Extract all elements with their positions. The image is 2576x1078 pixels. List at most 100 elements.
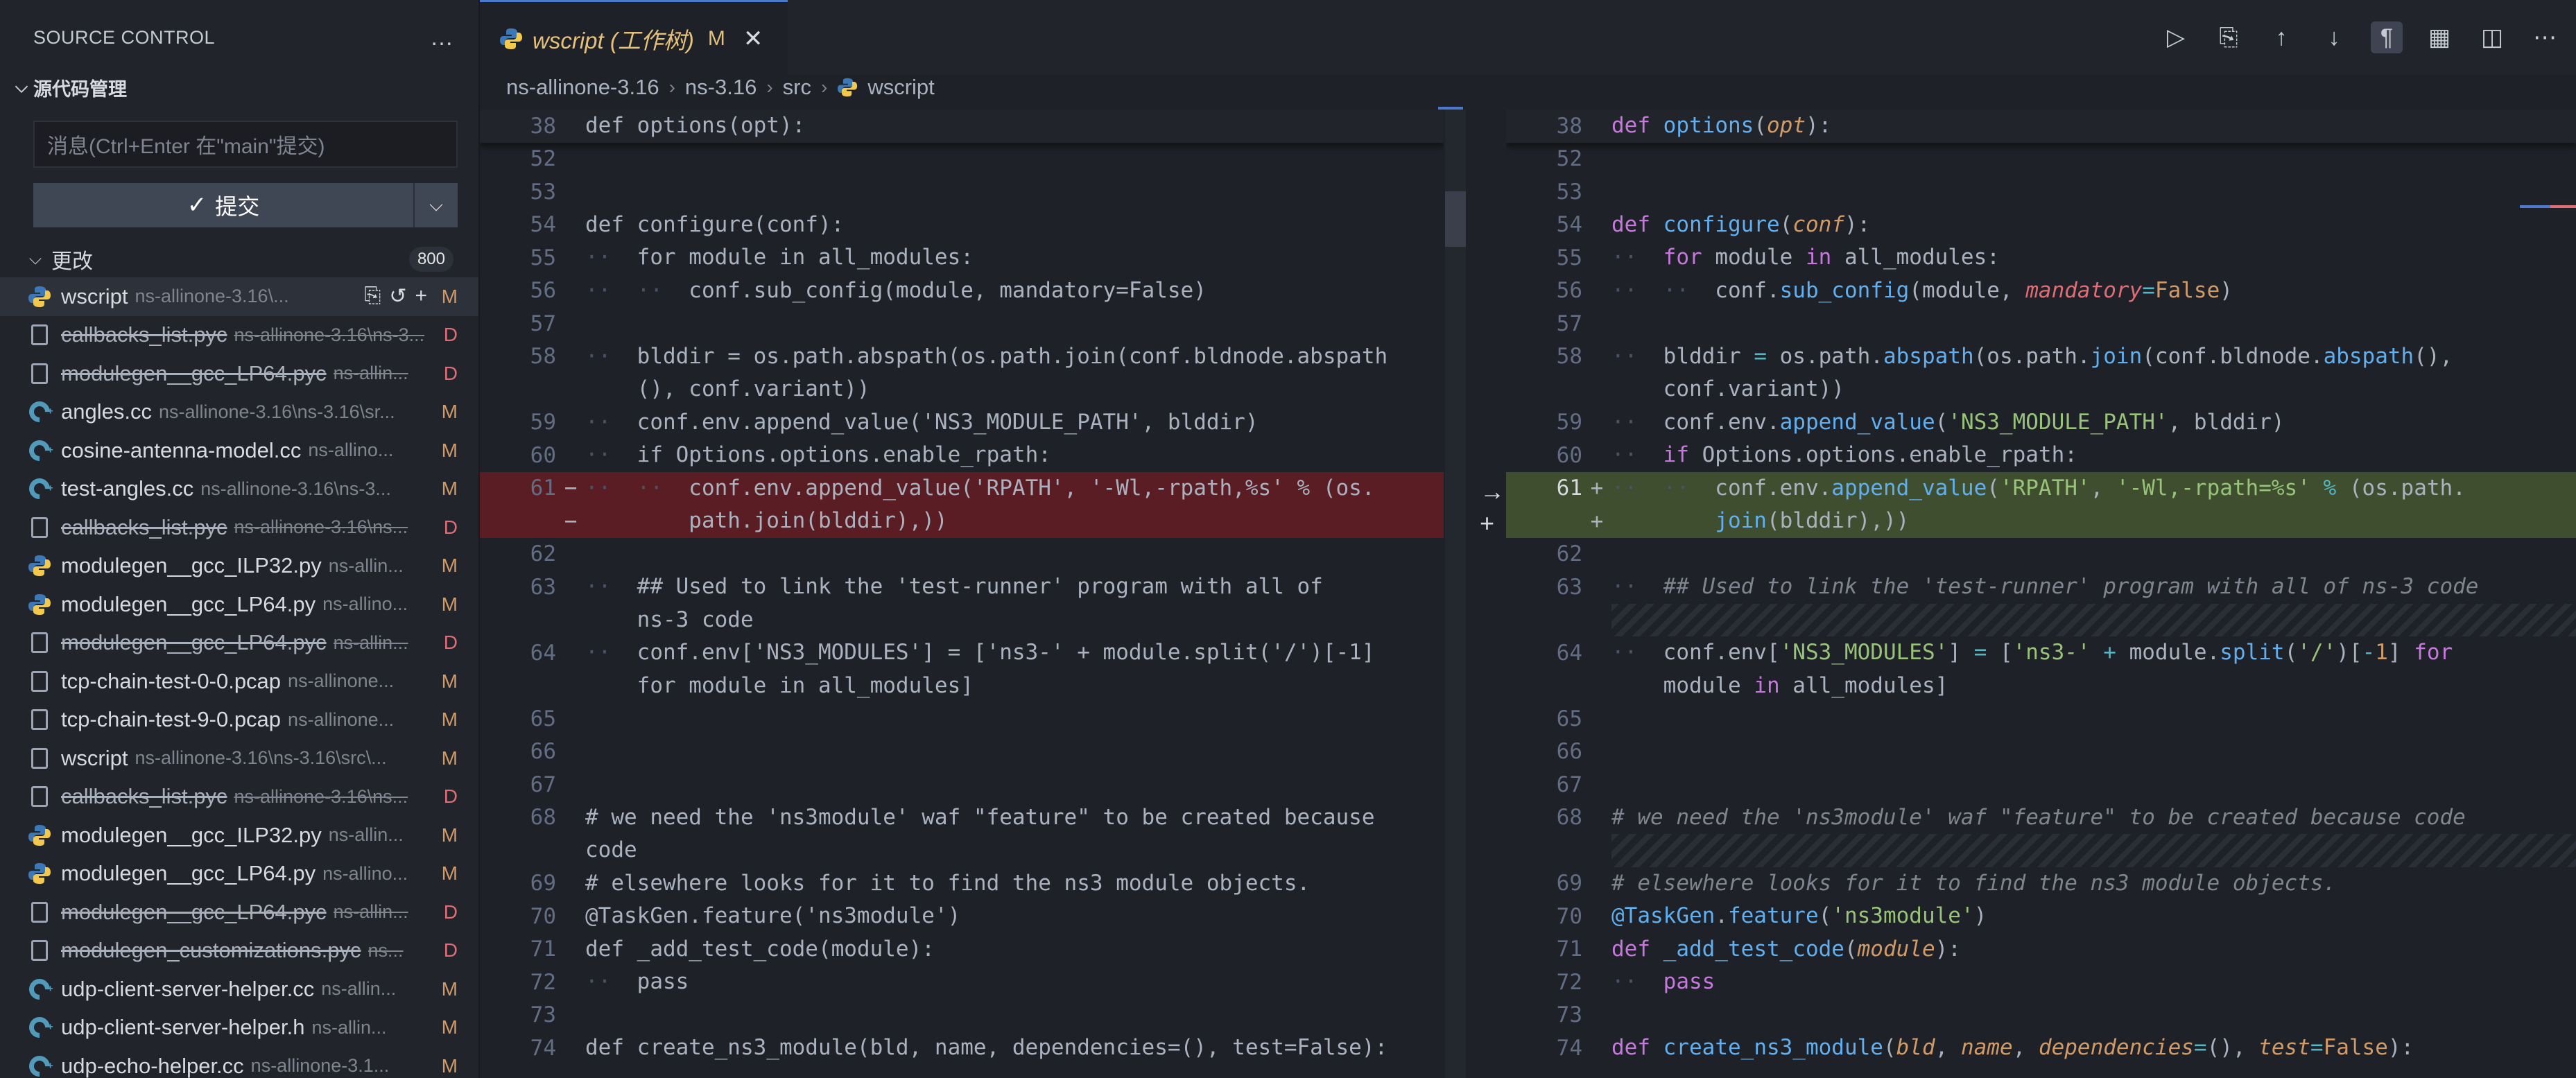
changed-file-item[interactable]: udp-client-server-helper.h ns-allin... M (0, 1009, 478, 1047)
modified-code-pane[interactable]: 38def options(opt): 50 for module in all… (1506, 110, 2576, 1078)
open-file-icon[interactable]: ⎘ (2213, 21, 2245, 53)
stage-plus-icon[interactable]: + (1480, 509, 1494, 538)
line-number: 52 (1556, 146, 1582, 172)
breadcrumb-item[interactable]: src (783, 75, 811, 100)
file-name: wscript (61, 745, 128, 770)
changed-file-item[interactable]: modulegen__gcc_ILP32.py ns-allin... M (0, 547, 478, 586)
breadcrumb-item[interactable]: wscript (867, 75, 934, 100)
code-line: ·· conf.env['NS3_MODULES'] = ['ns3-' + m… (1611, 640, 2453, 665)
changed-file-item[interactable]: modulegen__gcc_LP64.pyc ns-allin... D (0, 624, 478, 663)
run-icon[interactable]: ▷ (2160, 21, 2192, 53)
changed-file-item[interactable]: callbacks_list.pyc ns-allinone-3.16\ns...… (0, 508, 478, 547)
line-number: 59 (530, 410, 556, 435)
code-line-row: ns-3 code (480, 604, 1444, 637)
changed-file-item[interactable]: modulegen__gcc_ILP32.py ns-allin... M (0, 816, 478, 855)
file-name: modulegen__gcc_LP64.pyc (61, 360, 327, 385)
code-line: ·· ·· conf.sub_config(module, mandatory=… (1611, 277, 2233, 303)
tab-wscript[interactable]: wscript (工作树) M ✕ (480, 0, 788, 75)
commit-dropdown-button[interactable]: ⌵ (413, 183, 458, 227)
changed-file-item[interactable]: tcp-chain-test-0-0.pcap ns-allinone... M (0, 662, 478, 701)
file-status-badge: M (441, 862, 458, 885)
changed-file-item[interactable]: test-angles.cc ns-allinone-3.16\ns-3... M (0, 470, 478, 509)
more-icon[interactable]: ⋯ (2529, 21, 2561, 53)
file-name: cosine-antenna-model.cc (61, 437, 302, 462)
code-line: ·· if Options.options.enable_rpath: (1611, 442, 2077, 467)
code-line-row: 64 ·· conf.env['NS3_MODULES'] = ['ns3-' +… (480, 636, 1444, 670)
added-line: + join(blddir),)) (1506, 505, 2576, 538)
changed-file-item[interactable]: modulegen__gcc_LP64.py ns-allino... M (0, 585, 478, 624)
changed-file-item[interactable]: cosine-antenna-model.cc ns-allino... M (0, 431, 478, 470)
next-change-icon[interactable]: ↓ (2318, 21, 2350, 53)
file-status-badge: M (441, 439, 458, 461)
whitespace-icon[interactable]: ¶ (2371, 21, 2403, 53)
sticky-scroll-line[interactable]: 38 def options(opt): (480, 110, 1444, 143)
discard-changes-icon[interactable]: ↺ (389, 284, 406, 308)
scrollbar-track[interactable] (1445, 110, 1466, 1078)
file-icon (28, 670, 51, 693)
breadcrumb: ns-allinone-3.16 › ns-3.16 › src › wscri… (480, 75, 2576, 100)
changed-file-item[interactable]: wscript ns-allinone-3.16\ns-3.16\src\... M (0, 739, 478, 778)
file-name: modulegen__gcc_LP64.pyc (61, 899, 327, 924)
changed-file-item[interactable]: modulegen__gcc_LP64.pyc ns-allin... D (0, 893, 478, 932)
stage-changes-icon[interactable]: + (415, 284, 427, 308)
code-line-row: 72 ·· pass (480, 966, 1444, 999)
tab-modified-badge: M (707, 26, 725, 50)
commit-message-input[interactable]: 消息(Ctrl+Enter 在"main"提交) (33, 121, 458, 168)
close-icon[interactable]: ✕ (743, 25, 763, 53)
code-line-row: 71 def _add_test_code(module): (1506, 933, 2576, 966)
changed-file-item[interactable]: wscript ns-allinone-3.16\... ⎘ ↺ + M (0, 277, 478, 316)
code-line: ·· ·· conf.env.append_value('RPATH', '-W… (1611, 475, 2466, 501)
code-line-row: 56 ·· ·· conf.sub_config(module, mandator… (480, 275, 1444, 308)
open-file-icon[interactable]: ⎘ (364, 284, 381, 308)
line-number: 60 (1556, 442, 1582, 468)
code-line-row: 68 # we need the 'ns3module' waf "feature… (1506, 801, 2576, 835)
file-path: ns-allino... (322, 862, 408, 884)
code-line-row: 68 # we need the 'ns3module' waf "feature… (480, 801, 1444, 835)
code-line: ·· for module in all_modules: (585, 245, 974, 270)
line-number: 69 (1556, 871, 1582, 896)
code-line-row: 60 ·· if Options.options.enable_rpath: (1506, 439, 2576, 472)
changes-group-header[interactable]: ⌵ 更改 800 (0, 241, 478, 277)
sticky-scroll-line[interactable]: 38 def options(opt): (1506, 110, 2576, 143)
line-number: 65 (1556, 706, 1582, 731)
split-editor-icon[interactable]: ◫ (2476, 21, 2508, 53)
code-line: def create_ns3_module(bld, name, depende… (585, 1035, 1388, 1060)
changed-file-item[interactable]: tcp-chain-test-9-0.pcap ns-allinone... M (0, 701, 478, 740)
code-line: ·· conf.env.append_value('NS3_MODULE_PAT… (585, 409, 1259, 435)
line-number: 54 (1556, 212, 1582, 238)
changed-file-item[interactable]: callbacks_list.pyc ns-allinone-3.16\ns...… (0, 778, 478, 817)
map-icon[interactable]: ▦ (2423, 21, 2455, 53)
revert-arrow-icon[interactable]: → (1480, 477, 1505, 506)
more-actions-icon[interactable]: … (430, 24, 453, 51)
changes-label: 更改 (51, 250, 93, 273)
repository-section-header[interactable]: ⌵ 源代码管理 (0, 75, 478, 100)
changed-file-item[interactable]: angles.cc ns-allinone-3.16\ns-3.16\sr... M (0, 393, 478, 432)
line-number: 57 (1556, 311, 1582, 336)
changed-file-item[interactable]: udp-echo-helper.cc ns-allinone-3.1... M (0, 1047, 478, 1078)
changed-file-item[interactable]: modulegen__gcc_LP64.py ns-allino... M (0, 855, 478, 894)
changed-file-item[interactable]: callbacks_list.pyc ns-allinone-3.16\ns-3.… (0, 316, 478, 355)
commit-button[interactable]: ✓ 提交 (33, 183, 413, 227)
breadcrumb-item[interactable]: ns-3.16 (685, 75, 757, 100)
changed-file-item[interactable]: udp-client-server-helper.cc ns-allin... M (0, 970, 478, 1009)
scrollbar-thumb[interactable] (1445, 191, 1466, 247)
file-status-badge: M (441, 1016, 458, 1038)
changed-file-item[interactable]: modulegen__gcc_LP64.pyc ns-allin... D (0, 354, 478, 393)
cpp-icon (24, 1013, 55, 1043)
code-line: ·· conf.env['NS3_MODULES'] = ['ns3-' + m… (585, 640, 1375, 665)
file-icon (28, 631, 51, 654)
original-code-pane[interactable]: 38def options(opt): 50 for module in all… (480, 110, 1444, 1078)
file-path: ns-allinone-3.16\ns-3... (200, 478, 391, 499)
changed-file-item[interactable]: modulegen_customizations.pyc ns... D (0, 932, 478, 971)
check-icon: ✓ (187, 192, 207, 218)
file-icon (28, 516, 51, 539)
sidebar-header: SOURCE CONTROL … (0, 0, 478, 75)
file-status-badge: D (443, 939, 458, 962)
line-number: 67 (1556, 772, 1582, 797)
code-line-row: 55 ·· for module in all_modules: (1506, 241, 2576, 275)
file-icon (28, 901, 51, 924)
prev-change-icon[interactable]: ↑ (2265, 21, 2297, 53)
file-path: ns... (368, 939, 404, 961)
file-name: udp-echo-helper.cc (61, 1053, 244, 1078)
breadcrumb-item[interactable]: ns-allinone-3.16 (506, 75, 659, 100)
